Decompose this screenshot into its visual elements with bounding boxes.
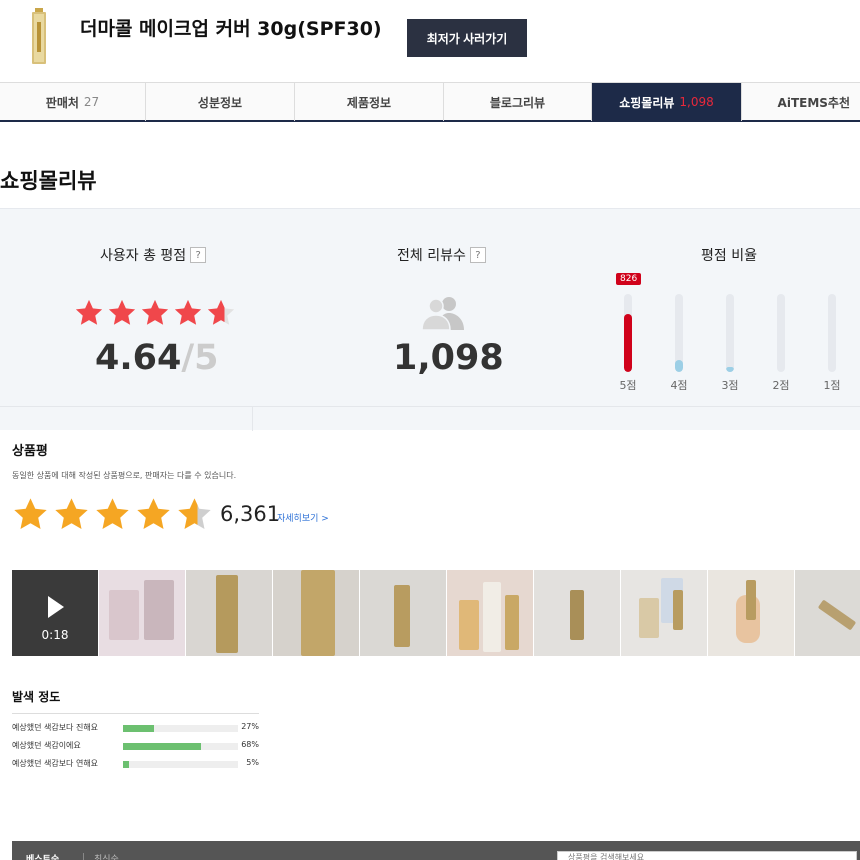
review-photo[interactable] (99, 570, 185, 656)
rating-bar-fill (675, 359, 683, 372)
color-intensity-fill (123, 725, 155, 732)
play-icon (48, 596, 64, 618)
product-title: 더마콜 메이크업 커버 30g(SPF30) (80, 18, 382, 40)
tab-aitems-recommend[interactable]: AiTEMS추천 (742, 83, 860, 121)
rating-bar-track (777, 294, 785, 372)
review-filter-bar: 베스트순 | 최신순 (12, 841, 860, 860)
rating-bar-label: 1점 (823, 379, 841, 392)
rating-bar-4: 4점 (661, 270, 697, 400)
avg-rating-value: 4.64/5 (95, 338, 219, 378)
sort-latest[interactable]: 최신순 (94, 852, 119, 860)
tab-count: 27 (83, 95, 100, 109)
star-icon (178, 498, 211, 529)
color-intensity-fill (123, 761, 129, 768)
color-intensity-row: 예상했던 색감보다 진해요 27% (12, 721, 262, 735)
review-photo[interactable] (795, 570, 860, 656)
rating-bar-count: 826 (616, 273, 642, 285)
color-intensity-label: 예상했던 색감보다 진해요 (12, 723, 99, 732)
divider (252, 407, 253, 431)
sort-best[interactable]: 베스트순 (26, 852, 59, 860)
rating-bar-label: 3점 (721, 379, 739, 392)
review-search-input[interactable] (557, 851, 857, 860)
rating-distribution: 826 5점 4점 3점 2점 1점 (610, 270, 860, 400)
rating-bar-3: 3점 (712, 270, 748, 400)
star-icon (137, 498, 170, 529)
color-intensity-label: 예상했던 색감이에요 (12, 741, 81, 750)
star-icon (108, 299, 136, 325)
color-intensity-title: 발색 정도 (12, 690, 61, 704)
star-icon (174, 299, 202, 325)
color-intensity-percent: 68% (241, 740, 259, 749)
color-intensity-track (123, 743, 238, 750)
buy-lowest-price-button[interactable]: 최저가 사러가기 (407, 19, 527, 57)
rating-bar-fill (624, 313, 632, 372)
rating-bar-label: 2점 (772, 379, 790, 392)
product-rating-title: 상품평 (12, 444, 48, 459)
view-details-link[interactable]: 자세히보기 > (277, 511, 329, 524)
star-icon (96, 498, 129, 529)
rating-bar-2: 2점 (763, 270, 799, 400)
review-photo[interactable] (447, 570, 533, 656)
sort-divider: | (82, 853, 86, 860)
product-rating-stars (12, 496, 213, 533)
tab-sellers[interactable]: 판매처 27 (0, 83, 146, 121)
help-icon[interactable]: ? (469, 247, 486, 263)
tab-mall-reviews[interactable]: 쇼핑몰리뷰 1,098 (592, 83, 742, 121)
rating-bar-track (675, 294, 683, 372)
color-intensity-percent: 5% (246, 758, 259, 767)
rating-max: /5 (181, 338, 219, 378)
review-photo-strip: 0:18 (12, 570, 860, 656)
rating-bar-5: 826 5점 (610, 270, 646, 400)
divider (12, 713, 259, 714)
rating-bar-1: 1점 (814, 270, 850, 400)
product-thumbnail (32, 8, 46, 64)
rating-bar-track (828, 294, 836, 372)
rating-bar-fill (726, 366, 734, 372)
tab-product-info[interactable]: 제품정보 (295, 83, 444, 121)
product-rating-count: 6,361 (220, 502, 281, 526)
color-intensity-fill (123, 743, 202, 750)
review-photo[interactable] (360, 570, 446, 656)
color-intensity-track (123, 725, 238, 732)
review-photo[interactable] (621, 570, 707, 656)
rating-bar-track (624, 294, 632, 372)
review-photo[interactable] (186, 570, 272, 656)
avg-rating-label: 사용자 총 평점 ? (100, 245, 207, 265)
rating-bar-label: 5점 (619, 379, 637, 392)
total-reviews-value: 1,098 (393, 338, 504, 378)
star-icon (141, 299, 169, 325)
people-icon (422, 297, 464, 330)
tab-bar: 판매처 27 성분정보 제품정보 블로그리뷰 쇼핑몰리뷰 1,098 AiTEMS추… (0, 82, 860, 122)
section-title: 쇼핑몰리뷰 (0, 169, 97, 193)
color-intensity-track (123, 761, 238, 768)
avg-rating-stars (74, 298, 236, 328)
tab-ingredients[interactable]: 성분정보 (146, 83, 295, 121)
star-icon (55, 498, 88, 529)
tab-blog-reviews[interactable]: 블로그리뷰 (444, 83, 592, 121)
product-rating-note: 동일한 상품에 대해 작성된 상품평으로, 판매자는 다를 수 있습니다. (12, 471, 237, 480)
review-video-thumb[interactable]: 0:18 (12, 570, 98, 656)
color-intensity-label: 예상했던 색감보다 연해요 (12, 759, 99, 768)
total-reviews-label: 전체 리뷰수 ? (397, 245, 486, 265)
star-icon (14, 498, 47, 529)
product-header: 더마콜 메이크업 커버 30g(SPF30) 최저가 사러가기 (0, 0, 860, 82)
color-intensity-percent: 27% (241, 722, 259, 731)
rating-bar-track (726, 294, 734, 372)
rating-bar-label: 4점 (670, 379, 688, 392)
review-photo[interactable] (273, 570, 359, 656)
review-photo[interactable] (708, 570, 794, 656)
color-intensity-row: 예상했던 색감이에요 68% (12, 739, 262, 753)
video-duration: 0:18 (41, 628, 69, 642)
star-icon (75, 299, 103, 325)
star-icon (207, 299, 235, 325)
rating-ratio-label: 평점 비율 (701, 248, 757, 264)
help-icon[interactable]: ? (190, 247, 207, 263)
color-intensity-row: 예상했던 색감보다 연해요 5% (12, 757, 262, 771)
review-photo[interactable] (534, 570, 620, 656)
tab-count: 1,098 (679, 95, 714, 109)
divider (0, 406, 860, 407)
